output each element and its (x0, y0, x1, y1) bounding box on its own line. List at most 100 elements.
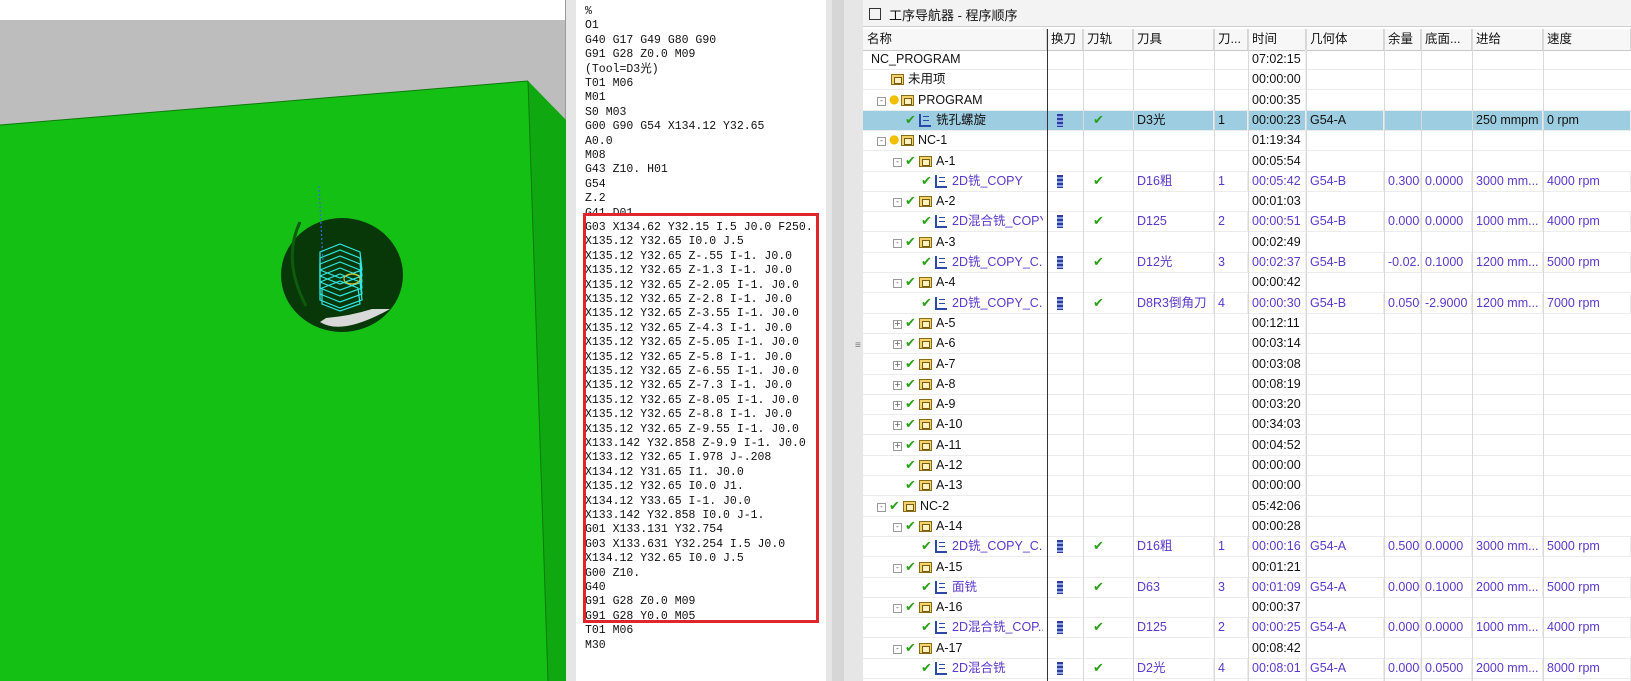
nc-code-line[interactable]: Z.2 (585, 191, 606, 206)
nc-code-line[interactable]: (Tool=D3光) (585, 62, 659, 77)
group-row[interactable]: + ✔ A-9 00:03:20 (863, 395, 1631, 416)
header-col-tool[interactable]: 刀具 (1133, 29, 1214, 50)
header-col-floor[interactable]: 底面... (1421, 29, 1472, 50)
name-cell[interactable]: 未用项 (904, 70, 1043, 90)
expand-icon[interactable]: + (893, 380, 902, 390)
expand-icon[interactable]: + (893, 319, 902, 329)
nc-code-line[interactable]: S0 M03 (585, 105, 626, 120)
header-col-speed[interactable]: 速度 (1543, 29, 1631, 50)
name-cell[interactable]: 2D铣_COPY_C... (948, 253, 1043, 273)
nc-code-line[interactable]: G40 G17 G49 G80 G90 (585, 33, 716, 48)
name-cell[interactable]: PROGRAM (914, 91, 1043, 111)
operation-row[interactable]: ✔ 2D混合铣 ✔ D2光400:08:01G54-A0.00000.05002000… (863, 659, 1631, 679)
operation-row[interactable]: ✔ 铣孔螺旋 ✔ D3光 1 00:00:23 G54-A 250 mmpm 0 rpm (863, 110, 1631, 131)
group-row[interactable]: + ✔ A-7 00:03:08 (863, 354, 1631, 375)
name-cell[interactable]: 2D混合铣_COP... (948, 618, 1043, 638)
operation-row[interactable]: ✔ 2D铣_COPY_C... ✔ D8R3倒角刀 4 00:00:30 G54-B 0.05… (863, 293, 1631, 314)
nc-code-line[interactable]: % (585, 4, 592, 19)
nc-code-line[interactable]: G43 Z10. H01 (585, 162, 668, 177)
name-cell[interactable]: A-6 (932, 334, 1043, 354)
collapse-icon[interactable]: - (877, 137, 886, 147)
name-cell[interactable]: A-15 (932, 558, 1043, 578)
group-row[interactable]: - ✔ NC-2 05:42:06 (863, 496, 1631, 517)
name-cell[interactable]: 2D混合铣 (948, 659, 1043, 679)
group-row[interactable]: - ● PROGRAM 00:00:35 (863, 90, 1631, 111)
group-row[interactable]: 未用项 00:00:00 (863, 70, 1631, 91)
operation-row[interactable]: ✔ 面铣 ✔ D63300:01:09G54-A0.00000.10002000 mm… (863, 577, 1631, 598)
name-cell[interactable]: NC_PROGRAM (867, 50, 1043, 70)
checkbox-icon[interactable] (869, 8, 881, 20)
collapse-icon[interactable]: - (893, 238, 902, 248)
nc-code-line[interactable]: G91 G28 Z0.0 M09 (585, 47, 695, 62)
group-row[interactable]: - ✔ A-17 00:08:42 (863, 638, 1631, 659)
collapse-icon[interactable]: - (877, 96, 886, 106)
collapse-icon[interactable]: - (893, 644, 902, 654)
name-cell[interactable]: A-2 (932, 192, 1043, 212)
name-cell[interactable]: A-3 (932, 233, 1043, 253)
name-cell[interactable]: A-11 (932, 436, 1043, 456)
collapse-icon[interactable]: - (893, 563, 902, 573)
expand-icon[interactable]: + (893, 340, 902, 350)
header-col-toolpath[interactable]: 刀轨 (1083, 29, 1133, 50)
nc-code-line[interactable]: G00 G90 G54 X134.12 Y32.65 (585, 119, 764, 134)
group-row[interactable]: - ✔ A-2 00:01:03 (863, 192, 1631, 213)
operation-row[interactable]: ✔2D混合铣_COPY✔D125200:00:51G54-B0.00000.00… (863, 212, 1631, 233)
name-cell[interactable]: A-7 (932, 355, 1043, 375)
nc-code-line[interactable]: T01 M06 (585, 623, 633, 638)
operation-row[interactable]: ✔ 2D铣_COPY_C... ✔ D12光300:02:37G54-B-0.02..… (863, 253, 1631, 273)
name-cell[interactable]: A-16 (932, 598, 1043, 618)
header-col-time[interactable]: 时间 (1248, 29, 1306, 50)
collapse-icon[interactable]: - (893, 198, 902, 208)
code-scrollbar[interactable] (832, 0, 844, 681)
group-row[interactable]: - ● NC-1 01:19:34 (863, 131, 1631, 152)
graphics-viewport[interactable] (0, 0, 566, 681)
group-row[interactable]: - ✔ A-15 00:01:21 (863, 557, 1631, 578)
header-col-geometry[interactable]: 几何体 (1306, 29, 1384, 50)
splitter-left[interactable] (566, 0, 576, 681)
group-row[interactable]: + ✔ A-11 00:04:52 (863, 435, 1631, 456)
group-row[interactable]: - ✔ A-3 00:02:49 (863, 232, 1631, 253)
splitter-right[interactable]: ≡ (826, 0, 863, 681)
group-row[interactable]: + ✔ A-8 00:08:19 (863, 374, 1631, 395)
name-cell[interactable]: NC-2 (916, 497, 1043, 517)
name-cell[interactable]: 铣孔螺旋 (932, 111, 1043, 131)
name-cell[interactable]: NC-1 (914, 131, 1043, 151)
nc-code-line[interactable]: M01 (585, 90, 606, 105)
name-cell[interactable]: 面铣 (948, 578, 1043, 598)
header-col-name[interactable]: 名称 (863, 29, 1047, 50)
header-col-tool-change[interactable]: 换刀 (1047, 29, 1083, 50)
group-row[interactable]: ✔ A-13 00:00:00 (863, 476, 1631, 497)
nc-code-line[interactable]: T01 M06 (585, 76, 633, 91)
collapse-icon[interactable]: - (893, 279, 902, 289)
operation-row[interactable]: ✔ 2D铣_COPY_C... ✔ D16粗100:00:16G54-A0.50000… (863, 537, 1631, 558)
name-cell[interactable]: 2D铣_COPY (948, 172, 1043, 192)
expand-icon[interactable]: + (893, 401, 902, 411)
name-cell[interactable]: A-4 (932, 273, 1043, 293)
name-cell[interactable]: A-1 (932, 152, 1043, 172)
name-cell[interactable]: A-17 (932, 639, 1043, 659)
nc-code-line[interactable]: M08 (585, 148, 606, 163)
name-cell[interactable]: A-5 (932, 314, 1043, 334)
name-cell[interactable]: 2D铣_COPY_C... (948, 294, 1043, 314)
nc-code-line[interactable]: A0.0 (585, 134, 613, 149)
group-row[interactable]: NC_PROGRAM 07:02:15 (863, 50, 1631, 70)
name-cell[interactable]: 2D铣_COPY_C... (948, 537, 1043, 557)
operation-navigator[interactable]: 工序导航器 - 程序顺序 名称 换刀 刀轨 刀具 刀... 时间 几何体 余量 底面... 进给速… (863, 0, 1631, 681)
nc-code-line[interactable]: G54 (585, 177, 606, 192)
header-col-stock[interactable]: 余量 (1384, 29, 1421, 50)
header-col-feed[interactable]: 进给 (1472, 29, 1543, 50)
group-row[interactable]: - ✔ A-16 00:00:37 (863, 598, 1631, 619)
header-col-tool-number[interactable]: 刀... (1214, 29, 1248, 50)
collapse-icon[interactable]: - (893, 157, 902, 167)
group-row[interactable]: ✔ A-12 00:00:00 (863, 456, 1631, 476)
collapse-icon[interactable]: - (877, 502, 886, 512)
group-row[interactable]: + ✔ A-6 00:03:14 (863, 334, 1631, 355)
group-row[interactable]: + ✔ A-5 00:12:11 (863, 313, 1631, 334)
expand-icon[interactable]: + (893, 441, 902, 451)
group-row[interactable]: - ✔ A-4 00:00:42 (863, 273, 1631, 294)
name-cell[interactable]: A-9 (932, 395, 1043, 415)
name-cell[interactable]: 2D混合铣_COPY (948, 212, 1043, 232)
name-cell[interactable]: A-13 (932, 476, 1043, 496)
expand-icon[interactable]: + (893, 360, 902, 370)
group-row[interactable]: - ✔ A-1 00:05:54 (863, 151, 1631, 172)
